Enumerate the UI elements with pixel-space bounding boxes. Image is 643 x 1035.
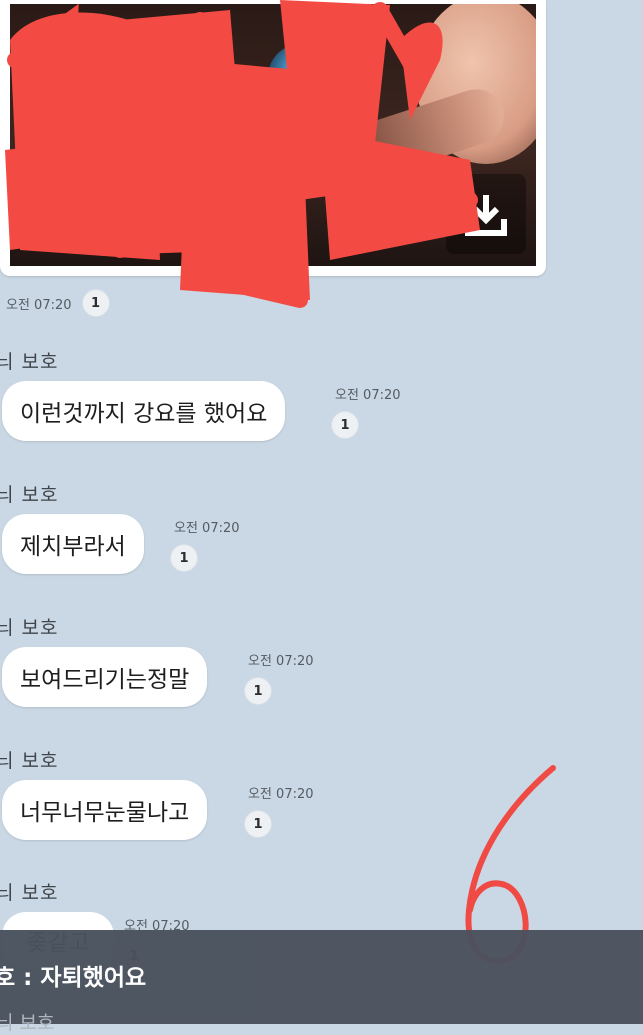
timestamp: 오전 07:20 [174,521,240,536]
message-bubble[interactable]: 이런것까지 강요를 했어요 [2,381,286,441]
message-meta: 오전 07:20 1 [170,517,240,572]
shared-photo[interactable] [10,4,536,266]
sender-name: 늬 보호 [0,617,59,639]
sender-name: 늬 보호 [0,351,59,373]
photo-eye [268,42,346,110]
message-bubble[interactable]: 제치부라서 [2,514,144,574]
photo-meta: 오전 07:20 1 [6,289,110,317]
download-icon [465,195,507,236]
new-message-preview-text: 호 : 자퇴했어요 [0,965,147,991]
sender-name-partial: 늬 보호 [0,1012,55,1034]
message-meta: 오전 07:20 1 [244,650,314,705]
timestamp: 오전 07:20 [6,297,72,313]
message-meta: 오전 07:20 1 [331,384,401,439]
download-button[interactable] [446,174,526,254]
message-meta: 오전 07:20 1 [244,783,314,838]
message-bubble[interactable]: 보여드리기는정말 [2,647,208,707]
unread-count-badge: 1 [244,677,272,705]
unread-count-badge: 1 [81,289,110,317]
unread-count-badge: 1 [244,810,272,838]
timestamp: 오전 07:20 [248,654,314,669]
new-message-preview-bar[interactable]: 호 : 자퇴했어요 [0,930,643,1024]
unread-count-badge: 1 [170,544,198,572]
unread-count-badge: 1 [331,411,359,439]
sender-name: 늬 보호 [0,750,59,772]
timestamp: 오전 07:20 [248,787,314,802]
photo-message[interactable] [0,0,546,276]
timestamp: 오전 07:20 [335,388,401,403]
sender-name: 늬 보호 [0,484,59,506]
sender-name: 늬 보호 [0,882,59,904]
message-bubble[interactable]: 너무너무눈물나고 [2,780,208,840]
